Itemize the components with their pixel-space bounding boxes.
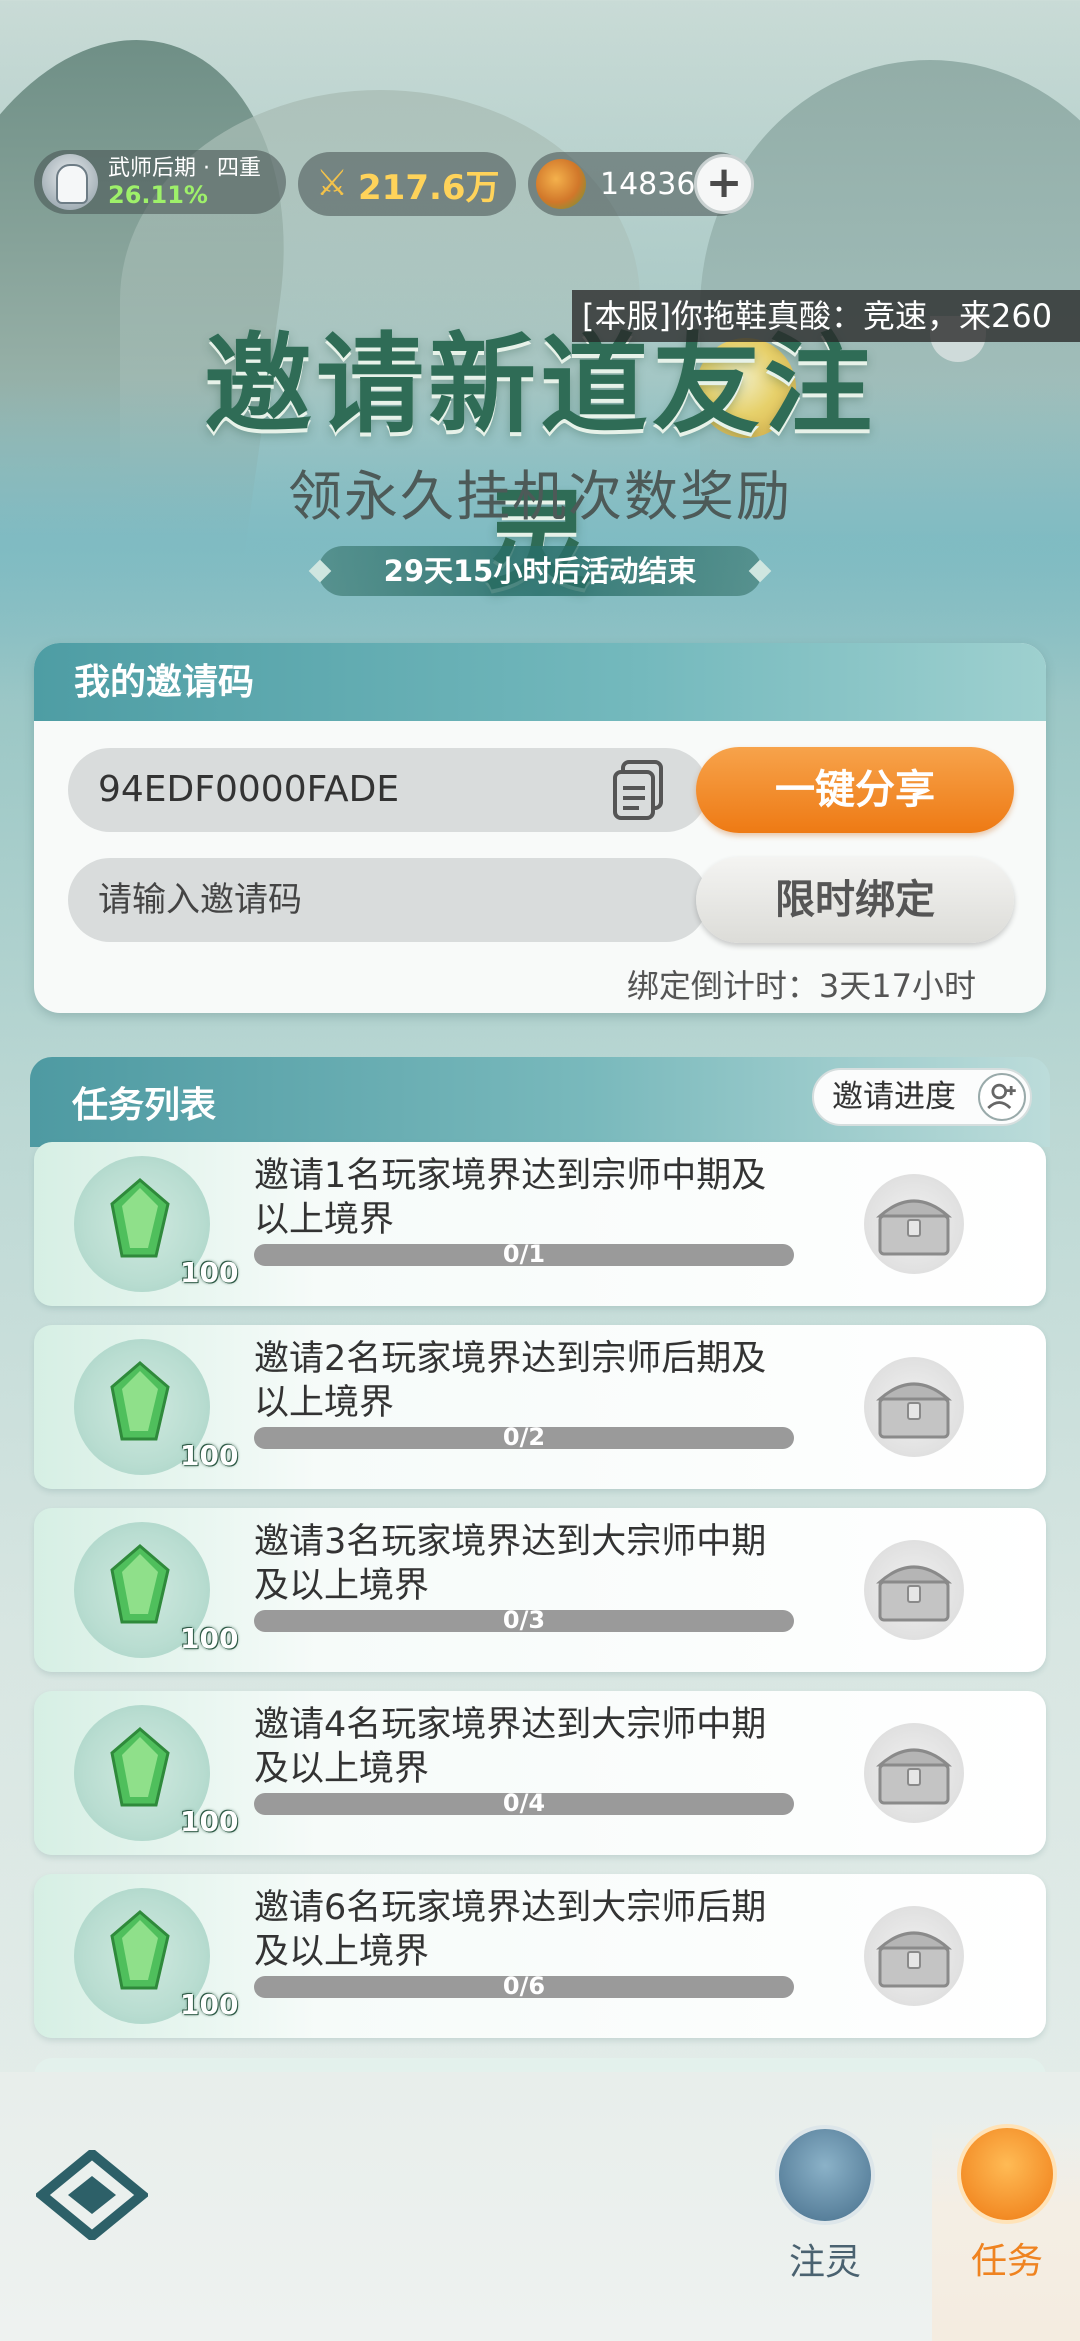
spirit-gem-icon xyxy=(110,1544,170,1624)
share-button[interactable]: 一键分享 xyxy=(696,747,1014,833)
currency-display: 14836 + xyxy=(528,152,754,216)
treasure-chest-icon xyxy=(876,1382,952,1439)
task-progress-text: 0/1 xyxy=(502,1240,546,1268)
invite-code-card: 我的邀请码 94EDF0000FADE 一键分享 请输入邀请码 限时绑定 绑定倒… xyxy=(34,643,1046,1013)
task-description: 邀请1名玩家境界达到宗师中期及以上境界 xyxy=(254,1156,767,1240)
rank-title: 武师后期 · 四重 xyxy=(108,156,261,181)
invite-card-header: 我的邀请码 xyxy=(34,643,1046,721)
add-currency-button[interactable]: + xyxy=(694,154,754,214)
treasure-chest-icon xyxy=(876,1931,952,1988)
bottom-nav xyxy=(0,2072,1080,2341)
task-progress-bar: 0/3 xyxy=(254,1606,794,1634)
treasure-chest-icon xyxy=(876,1565,952,1622)
invite-progress-label: 邀请进度 xyxy=(832,1079,956,1115)
task-progress-bar: 0/1 xyxy=(254,1240,794,1268)
nav-tab-task-label: 任务 xyxy=(970,2241,1043,2282)
task-progress-bar: 0/4 xyxy=(254,1789,794,1817)
reward-item[interactable]: 100 xyxy=(74,1156,238,1292)
reward-item[interactable]: 100 xyxy=(74,1888,238,2024)
power-value: 217.6万 xyxy=(358,167,500,208)
nav-tab-zhuling[interactable]: 注灵 xyxy=(770,2125,880,2285)
task-description: 邀请6名玩家境界达到大宗师后期及以上境界 xyxy=(254,1888,767,1972)
treasure-chest-button[interactable] xyxy=(864,1174,964,1274)
task-progress-text: 0/2 xyxy=(502,1423,546,1451)
bind-button[interactable]: 限时绑定 xyxy=(696,857,1014,943)
crossed-swords-icon: ⚔ xyxy=(315,163,349,204)
scroll-task-icon xyxy=(957,2124,1057,2224)
task-progress-text: 0/6 xyxy=(502,1972,546,2000)
spirit-gem-icon xyxy=(110,1361,170,1441)
reward-quantity: 100 xyxy=(180,1988,239,2021)
task-row: 100 邀请3名玩家境界达到大宗师中期及以上境界 0/3 xyxy=(34,1508,1046,1672)
spirit-gem-icon xyxy=(110,1910,170,1990)
rank-percent: 26.11% xyxy=(108,181,208,209)
treasure-chest-button[interactable] xyxy=(864,1357,964,1457)
task-progress-bar: 0/6 xyxy=(254,1972,794,2000)
task-progress-text: 0/3 xyxy=(502,1606,546,1634)
rank-badge[interactable]: 武师后期 · 四重 26.11% xyxy=(34,150,286,214)
invite-progress-button[interactable]: 邀请进度 xyxy=(812,1068,1032,1126)
task-description: 邀请4名玩家境界达到大宗师中期及以上境界 xyxy=(254,1705,767,1789)
task-description: 邀请3名玩家境界达到大宗师中期及以上境界 xyxy=(254,1522,767,1606)
spirit-leaf-icon xyxy=(775,2125,875,2225)
task-row: 100 邀请6名玩家境界达到大宗师后期及以上境界 0/6 xyxy=(34,1874,1046,2038)
avatar xyxy=(42,154,98,210)
nav-tab-task[interactable]: 任务 xyxy=(932,2120,1080,2341)
task-row: 100 邀请2名玩家境界达到宗师后期及以上境界 0/2 xyxy=(34,1325,1046,1489)
treasure-chest-icon xyxy=(876,1199,952,1256)
game-logo-icon[interactable] xyxy=(36,2150,148,2240)
spirit-coin-icon xyxy=(536,159,586,209)
task-row: 100 邀请4名玩家境界达到大宗师中期及以上境界 0/4 xyxy=(34,1691,1046,1855)
task-description: 邀请2名玩家境界达到宗师后期及以上境界 xyxy=(254,1339,767,1423)
copy-icon[interactable] xyxy=(609,758,669,824)
task-progress-text: 0/4 xyxy=(502,1789,546,1817)
spirit-gem-icon xyxy=(110,1178,170,1258)
task-row: 100 邀请1名玩家境界达到宗师中期及以上境界 0/1 xyxy=(34,1142,1046,1306)
banner-subtitle: 领永久挂机次数奖励 xyxy=(288,465,792,528)
combat-power: ⚔ 217.6万 xyxy=(298,152,516,216)
treasure-chest-button[interactable] xyxy=(864,1906,964,2006)
treasure-chest-icon xyxy=(876,1748,952,1805)
treasure-chest-button[interactable] xyxy=(864,1540,964,1640)
task-list-title: 任务列表 xyxy=(72,1085,217,1126)
reward-item[interactable]: 100 xyxy=(74,1339,238,1475)
event-countdown: 29天15小时后活动结束 xyxy=(318,546,762,596)
bind-countdown: 绑定倒计时：3天17小时 xyxy=(626,967,976,1005)
reward-item[interactable]: 100 xyxy=(74,1522,238,1658)
currency-value: 14836 xyxy=(600,166,696,202)
treasure-chest-button[interactable] xyxy=(864,1723,964,1823)
reward-item[interactable]: 100 xyxy=(74,1705,238,1841)
add-person-icon xyxy=(978,1073,1026,1121)
reward-quantity: 100 xyxy=(180,1805,239,1838)
reward-quantity: 100 xyxy=(180,1256,239,1289)
reward-quantity: 100 xyxy=(180,1439,239,1472)
reward-quantity: 100 xyxy=(180,1622,239,1655)
server-marquee: [本服]你拖鞋真酸：竞速，来260 xyxy=(572,290,1080,342)
nav-tab-zhuling-label: 注灵 xyxy=(788,2242,861,2283)
task-progress-bar: 0/2 xyxy=(254,1423,794,1451)
invite-code-input[interactable]: 请输入邀请码 xyxy=(68,858,708,942)
spirit-gem-icon xyxy=(110,1727,170,1807)
